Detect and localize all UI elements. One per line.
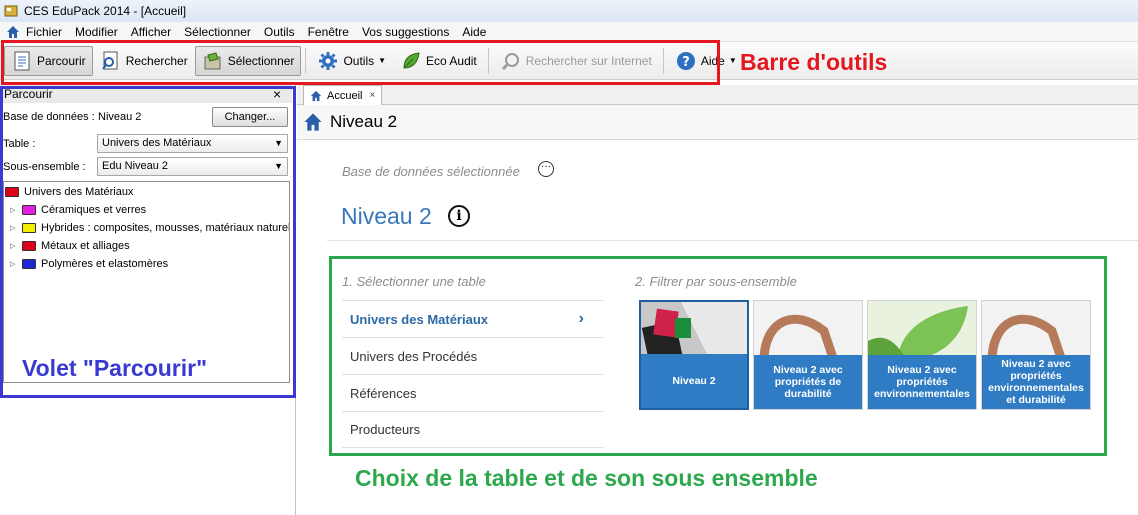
home-icon[interactable]	[6, 25, 20, 39]
menu-bar: Fichier Modifier Afficher Sélectionner O…	[0, 22, 1138, 42]
menu-outils[interactable]: Outils	[264, 25, 295, 39]
window-title: CES EduPack 2014 - [Accueil]	[24, 4, 187, 18]
breadcrumb: Niveau 2	[297, 105, 1138, 140]
tab-strip: Accueil ×	[297, 85, 1138, 105]
close-tab-icon[interactable]: ×	[369, 90, 375, 101]
menu-fichier[interactable]: Fichier	[26, 25, 62, 39]
title-bar: CES EduPack 2014 - [Accueil]	[0, 0, 1138, 22]
selected-db-name: Niveau 2	[341, 203, 432, 229]
browse-annotation-box	[0, 86, 296, 398]
selected-db-label: Base de données sélectionnée	[342, 164, 520, 179]
toolbar-annotation-box	[1, 40, 720, 85]
info-icon[interactable]: i	[448, 205, 470, 227]
tab-accueil[interactable]: Accueil ×	[303, 85, 383, 105]
divider	[327, 240, 1138, 241]
menu-selectionner[interactable]: Sélectionner	[184, 25, 251, 39]
app-icon	[4, 5, 18, 17]
menu-afficher[interactable]: Afficher	[131, 25, 171, 39]
more-options-icon[interactable]: ···	[538, 161, 554, 177]
home-icon[interactable]	[303, 112, 323, 132]
menu-modifier[interactable]: Modifier	[75, 25, 118, 39]
browse-annotation-label: Volet "Parcourir"	[22, 355, 207, 381]
table-choice-annotation-box	[329, 256, 1107, 456]
menu-fenetre[interactable]: Fenêtre	[308, 25, 349, 39]
toolbar-annotation-label: Barre d'outils	[740, 49, 888, 75]
home-icon	[310, 90, 322, 101]
menu-vos-suggestions[interactable]: Vos suggestions	[362, 25, 449, 39]
page-title: Niveau 2	[330, 112, 398, 131]
table-choice-annotation-label: Choix de la table et de son sous ensembl…	[355, 465, 818, 491]
chevron-down-icon: ▼	[728, 56, 737, 65]
menu-aide[interactable]: Aide	[462, 25, 486, 39]
